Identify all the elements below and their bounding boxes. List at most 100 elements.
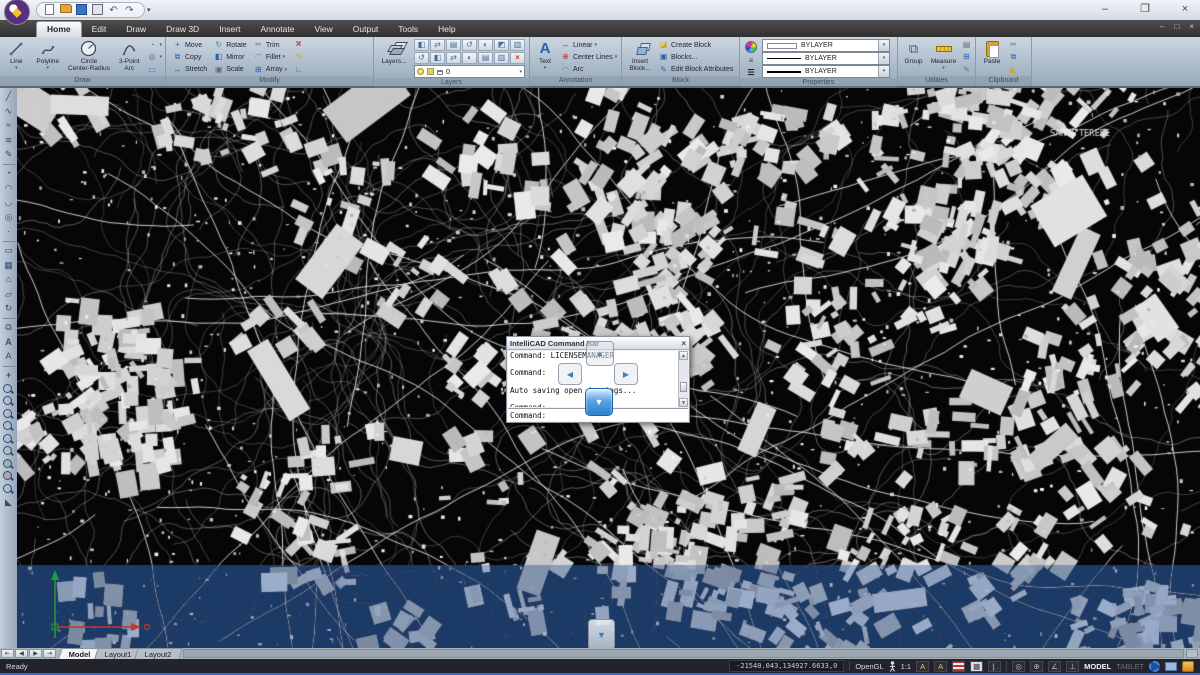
scrollbar-grip[interactable]	[1186, 649, 1198, 658]
doc-close-button[interactable]: ×	[1189, 22, 1194, 31]
layer-tool-icon[interactable]: ▥	[494, 52, 509, 64]
linetype-icon[interactable]: ≡	[749, 56, 754, 65]
hatch-tool-icon[interactable]: ▦	[2, 259, 16, 272]
quick-calc-button[interactable]: ▤	[961, 39, 972, 51]
first-tab-button[interactable]: ⇤	[1, 649, 14, 658]
copy-tool-icon[interactable]: ⧉	[2, 321, 16, 334]
ellipse-button[interactable]: ◔▾	[146, 39, 162, 51]
publish-icon[interactable]	[1182, 661, 1194, 672]
zoom-realtime-icon[interactable]	[3, 384, 14, 395]
copy-clip-button[interactable]: ⧉	[1008, 51, 1019, 63]
print-preview-icon[interactable]	[91, 4, 104, 17]
line-tool-icon[interactable]: ╱	[2, 90, 16, 103]
nav-right-button[interactable]: ▶	[614, 363, 638, 385]
arc-button[interactable]: 3-Point Arc	[115, 39, 143, 76]
rename-button[interactable]: ✎	[961, 64, 972, 76]
etrack-toggle-icon[interactable]: ⊕	[1030, 661, 1043, 672]
panel-title-draw[interactable]: Draw	[0, 76, 165, 86]
point-tool-icon[interactable]: ·	[2, 225, 16, 238]
linetype-select[interactable]: BYLAYER▾	[762, 52, 890, 65]
layer-tool-icon[interactable]: ▤	[446, 39, 461, 51]
copy-button[interactable]: ⧉Copy	[172, 51, 207, 63]
layer-tool-icon[interactable]: ⇄	[430, 39, 445, 51]
save-icon[interactable]	[75, 4, 88, 17]
last-tab-button[interactable]: ⇥	[43, 649, 56, 658]
scale-button[interactable]: ▣Scale	[213, 64, 247, 76]
panel-title-utilities[interactable]: Utilities	[898, 76, 975, 86]
redo-icon[interactable]: ↷	[123, 4, 136, 17]
color-wheel-icon[interactable]	[745, 41, 757, 53]
zoom-in-icon[interactable]	[3, 459, 14, 470]
mirror-button[interactable]: ◧Mirror	[213, 51, 247, 63]
polar-toggle-icon[interactable]: ∠	[1048, 661, 1061, 672]
auto-annotation-icon[interactable]: A	[934, 661, 947, 672]
horizontal-scrollbar[interactable]	[183, 649, 1184, 658]
rotate-tool-icon[interactable]: ↻	[2, 302, 16, 315]
text-button[interactable]: A Text ▾	[533, 39, 557, 76]
panel-title-modify[interactable]: Modify	[166, 76, 373, 86]
panel-title-clipboard[interactable]: Clipboard	[976, 76, 1031, 86]
line-button[interactable]: Line ▾	[3, 39, 30, 76]
display-icon[interactable]	[1165, 662, 1177, 671]
create-block-button[interactable]: ◪Create Block	[658, 39, 733, 51]
polyline-tool-icon[interactable]: ∿	[2, 105, 16, 118]
scroll-thumb[interactable]	[680, 382, 687, 392]
scroll-down-overlay-button[interactable]: ▼	[588, 619, 615, 650]
fillet-button[interactable]: ◠Fillet▾	[253, 51, 287, 63]
mtext-tool-icon[interactable]: A	[2, 350, 16, 363]
tab-tools[interactable]: Tools	[388, 22, 428, 37]
annotation-scale[interactable]: 1:1	[901, 662, 911, 671]
model-space-toggle[interactable]: MODEL	[1084, 662, 1111, 671]
circle-tool-icon[interactable]: ◔	[2, 167, 16, 180]
zoom-dynamic-icon[interactable]	[3, 421, 14, 432]
tab-insert[interactable]: Insert	[209, 22, 250, 37]
arc-tool-icon[interactable]: ◠	[2, 182, 16, 195]
linear-dim-button[interactable]: ↔Linear▾	[560, 39, 617, 51]
esnap-toggle-icon[interactable]: ◎	[1012, 661, 1025, 672]
zoom-window-icon[interactable]	[3, 396, 14, 407]
lineweight-select[interactable]: BYLAYER▾	[762, 65, 890, 78]
lineweight-toggle-icon[interactable]: .	[952, 661, 965, 672]
group-button[interactable]: ⧉ Group	[901, 39, 926, 76]
layer-tool-icon[interactable]: ◧	[414, 39, 429, 51]
multiline-tool-icon[interactable]: ≋	[2, 134, 16, 147]
match-brush-icon[interactable]: ◣	[2, 496, 16, 509]
donut-tool-icon[interactable]: ◎	[2, 211, 16, 224]
color-select[interactable]: BYLAYER▾	[762, 39, 890, 52]
panel-title-annotation[interactable]: Annotation	[530, 76, 621, 86]
layer-tool-icon[interactable]: ▤	[478, 52, 493, 64]
tab-output[interactable]: Output	[343, 22, 389, 37]
layer-tool-icon[interactable]: ◐	[478, 39, 493, 51]
minimize-button[interactable]: –	[1098, 0, 1112, 18]
zoom-all-icon[interactable]	[3, 484, 14, 495]
settings-gear-icon[interactable]	[1149, 661, 1160, 672]
rotate-button[interactable]: ↻Rotate	[213, 39, 247, 51]
coordinates-display[interactable]: -21540.043,134927.6633,0	[729, 660, 844, 672]
doc-minimize-button[interactable]: –	[1160, 22, 1164, 31]
pan-tool-icon[interactable]: +	[2, 369, 16, 382]
command-scrollbar[interactable]: ▲ ▼	[678, 351, 688, 407]
plane-tool-icon[interactable]: ▱	[2, 288, 16, 301]
app-logo-icon[interactable]: ◆	[4, 0, 30, 25]
tab-draw3d[interactable]: Draw 3D	[156, 22, 209, 37]
tab-annotate[interactable]: Annotate	[250, 22, 304, 37]
open-drawing-icon[interactable]	[59, 4, 72, 17]
erase-button[interactable]: ×	[293, 39, 304, 51]
undo-icon[interactable]: ↶	[107, 4, 120, 17]
center-lines-button[interactable]: ⊕Center Lines▾	[560, 51, 617, 63]
cut-button[interactable]: ✂	[1008, 39, 1019, 51]
insert-block-button[interactable]: Insert Block...	[625, 39, 655, 76]
circle-button[interactable]: Circle Center-Radius	[66, 39, 112, 76]
point-style-button[interactable]: ⊞	[961, 51, 972, 63]
polygon-tool-icon[interactable]: ⌂	[2, 273, 16, 286]
lineweight-icon[interactable]: ☰	[747, 68, 754, 77]
array-button[interactable]: ⊞Array▾	[253, 64, 287, 76]
paste-button[interactable]: Paste	[979, 39, 1005, 76]
layer-tool-icon[interactable]: ▥	[510, 39, 525, 51]
rectangle-tool-icon[interactable]: ▭	[2, 244, 16, 257]
arc2-tool-icon[interactable]: ◡	[2, 196, 16, 209]
sketch-tool-icon[interactable]: ✎	[2, 148, 16, 161]
tablet-toggle[interactable]: TABLET	[1116, 662, 1144, 671]
panel-title-layers[interactable]: Layers	[374, 78, 529, 88]
polyline-button[interactable]: Polyline ▾	[33, 39, 63, 76]
